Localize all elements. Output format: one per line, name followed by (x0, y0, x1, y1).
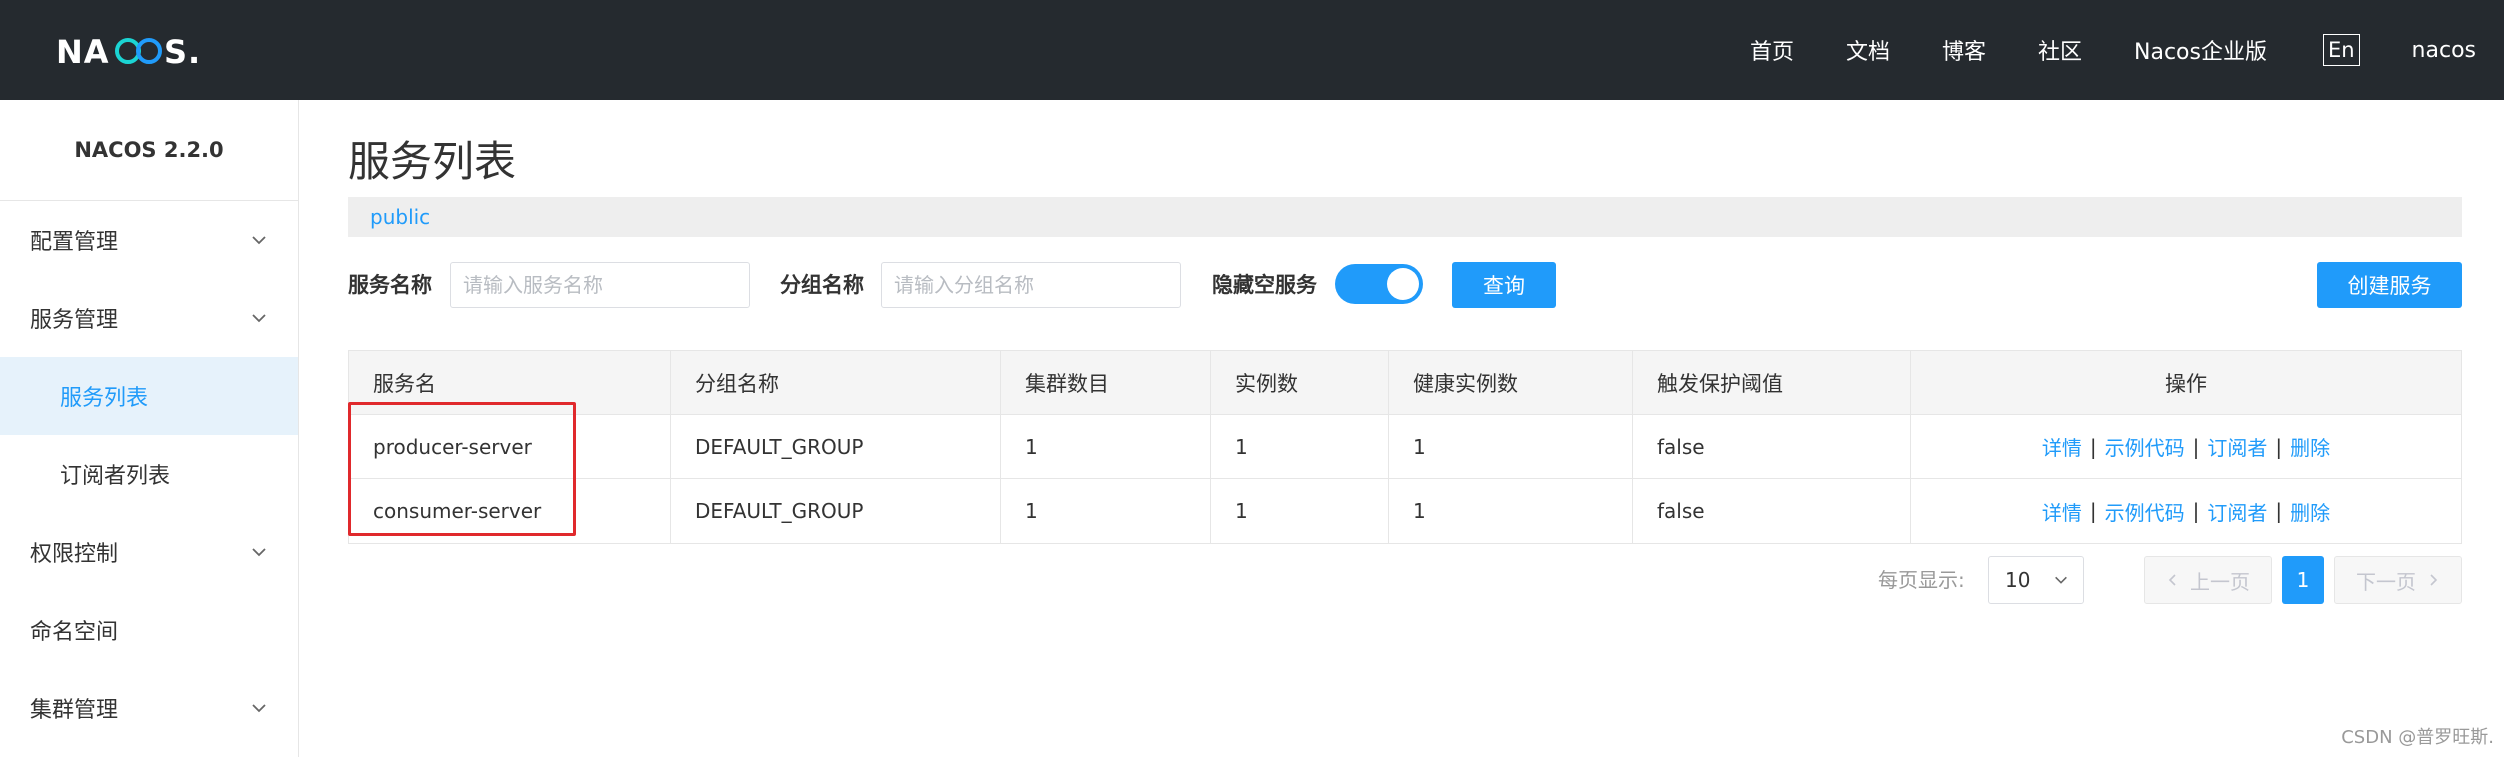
sidebar-item-subscriber-list[interactable]: 订阅者列表 (0, 435, 298, 513)
column-header-operations: 操作 (2165, 371, 2207, 396)
protect-threshold-cell: false (1633, 415, 1911, 478)
svg-text:S.: S. (164, 33, 201, 70)
sidebar-item-service-list[interactable]: 服务列表 (0, 357, 298, 435)
protect-threshold-cell: false (1633, 479, 1911, 543)
create-service-button[interactable]: 创建服务 (2317, 262, 2462, 308)
table-row: consumer-server DEFAULT_GROUP 1 1 1 fals… (349, 479, 2461, 543)
table-row: producer-server DEFAULT_GROUP 1 1 1 fals… (349, 415, 2461, 479)
top-nav: 首页 文档 博客 社区 Nacos企业版 En nacos (1750, 0, 2504, 100)
service-table: 服务名 分组名称 集群数目 实例数 健康实例数 触发保护阈值 操作 produc… (348, 350, 2462, 544)
chevron-down-icon (252, 704, 266, 713)
version-label: NACOS 2.2.0 (0, 100, 298, 201)
sidebar-item-label: 权限控制 (30, 542, 119, 567)
healthy-instance-count-cell: 1 (1389, 415, 1633, 478)
language-switch-button[interactable]: En (2322, 34, 2360, 66)
nav-blog[interactable]: 博客 (1942, 34, 1986, 66)
cluster-count-cell: 1 (1001, 479, 1211, 543)
instance-count-cell: 1 (1211, 415, 1389, 478)
page-size-value: 10 (2005, 568, 2031, 592)
svg-text:NA: NA (56, 33, 110, 70)
nav-docs[interactable]: 文档 (1846, 34, 1890, 66)
sidebar-item-label: 服务管理 (30, 308, 119, 333)
watermark: CSDN @普罗旺斯. (2341, 727, 2494, 748)
top-header: NA S. 首页 文档 博客 社区 Nacos企业版 En nacos (0, 0, 2504, 100)
chevron-down-icon (252, 314, 266, 323)
cluster-count-cell: 1 (1001, 415, 1211, 478)
query-button[interactable]: 查询 (1452, 262, 1556, 308)
nav-home[interactable]: 首页 (1750, 34, 1794, 66)
service-name-cell: consumer-server (349, 479, 671, 543)
column-header-group-name[interactable]: 分组名称 (671, 351, 1001, 414)
sidebar-item-label: 集群管理 (30, 698, 119, 723)
namespace-link-public[interactable]: public (370, 205, 430, 229)
group-name-label: 分组名称 (780, 273, 864, 297)
subscribers-link[interactable]: 订阅者 (2207, 497, 2267, 526)
operations-cell: 详情 | 示例代码 | 订阅者 | 删除 (1911, 415, 2461, 478)
sidebar-item-cluster-management[interactable]: 集群管理 (0, 669, 298, 747)
next-page-label: 下一页 (2356, 569, 2416, 594)
column-header-protect-threshold[interactable]: 触发保护阈值 (1633, 351, 1911, 414)
table-header-row: 服务名 分组名称 集群数目 实例数 健康实例数 触发保护阈值 操作 (349, 351, 2461, 415)
sidebar-item-config-management[interactable]: 配置管理 (0, 201, 298, 279)
hide-empty-services-toggle[interactable] (1335, 264, 1423, 304)
column-header-instance-count[interactable]: 实例数 (1211, 351, 1389, 414)
subscribers-link[interactable]: 订阅者 (2207, 432, 2267, 461)
service-name-input[interactable] (450, 262, 750, 308)
column-header-cluster-count[interactable]: 集群数目 (1001, 351, 1211, 414)
sidebar-item-label: 命名空间 (30, 620, 119, 645)
sample-code-link[interactable]: 示例代码 (2105, 432, 2185, 461)
group-name-cell: DEFAULT_GROUP (671, 479, 1001, 543)
namespace-bar: public (348, 197, 2462, 237)
delete-link[interactable]: 删除 (2290, 497, 2330, 526)
toggle-knob (1387, 268, 1419, 300)
prev-page-label: 上一页 (2190, 569, 2250, 594)
chevron-down-icon (252, 236, 266, 245)
chevron-right-icon (2430, 574, 2438, 586)
operations-cell: 详情 | 示例代码 | 订阅者 | 删除 (1911, 479, 2461, 543)
nacos-logo-icon: NA S. (56, 33, 201, 70)
sample-code-link[interactable]: 示例代码 (2105, 497, 2185, 526)
page-number-current[interactable]: 1 (2282, 556, 2324, 604)
filter-row: 服务名称 分组名称 隐藏空服务 查询 创建服务 (348, 260, 2462, 310)
pagination: 每页显示: 10 上一页 1 下一页 (348, 556, 2462, 604)
sidebar: NACOS 2.2.0 配置管理 服务管理 服务列表 订阅者列表 权限控制 命名… (0, 100, 299, 757)
sidebar-item-label: 服务列表 (60, 386, 149, 411)
group-name-cell: DEFAULT_GROUP (671, 415, 1001, 478)
chevron-down-icon (2055, 576, 2067, 584)
nacos-logo[interactable]: NA S. (56, 28, 206, 72)
column-header-healthy-instance-count[interactable]: 健康实例数 (1389, 351, 1633, 414)
hide-empty-services-label: 隐藏空服务 (1212, 273, 1317, 297)
instance-count-cell: 1 (1211, 479, 1389, 543)
details-link[interactable]: 详情 (2042, 497, 2082, 526)
nav-enterprise[interactable]: Nacos企业版 (2134, 34, 2267, 66)
user-name[interactable]: nacos (2412, 38, 2476, 63)
details-link[interactable]: 详情 (2042, 432, 2082, 461)
sidebar-item-namespace[interactable]: 命名空间 (0, 591, 298, 669)
sidebar-item-service-management[interactable]: 服务管理 (0, 279, 298, 357)
group-name-input[interactable] (881, 262, 1181, 308)
page-size-select[interactable]: 10 (1988, 556, 2084, 604)
prev-page-button[interactable]: 上一页 (2144, 556, 2272, 604)
healthy-instance-count-cell: 1 (1389, 479, 1633, 543)
service-name-cell: producer-server (349, 415, 671, 478)
chevron-down-icon (252, 548, 266, 557)
page-size-label: 每页显示: (1878, 568, 1965, 592)
page-title: 服务列表 (348, 137, 517, 186)
sidebar-item-label: 配置管理 (30, 230, 119, 255)
chevron-left-icon (2168, 574, 2176, 586)
service-name-label: 服务名称 (348, 273, 432, 297)
sidebar-item-access-control[interactable]: 权限控制 (0, 513, 298, 591)
sidebar-item-label: 订阅者列表 (60, 464, 171, 489)
column-header-service-name[interactable]: 服务名 (349, 351, 671, 414)
nav-community[interactable]: 社区 (2038, 34, 2082, 66)
next-page-button[interactable]: 下一页 (2334, 556, 2462, 604)
delete-link[interactable]: 删除 (2290, 432, 2330, 461)
